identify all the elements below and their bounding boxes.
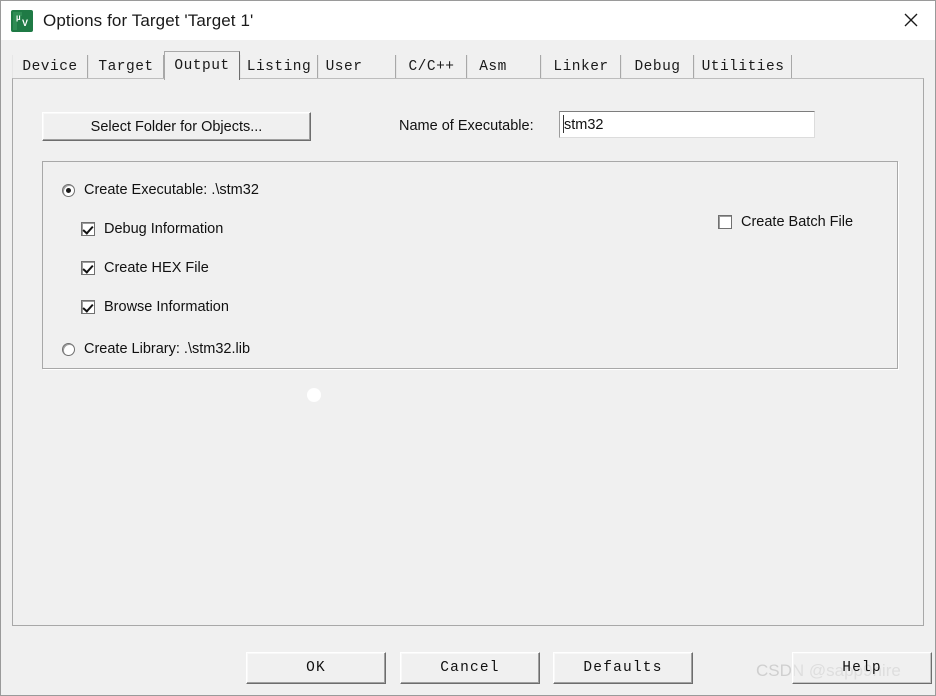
create-batch-file-label: Create Batch File: [741, 214, 854, 230]
tab-c-cpp[interactable]: C/C++: [396, 55, 467, 79]
select-folder-for-objects-button[interactable]: Select Folder for Objects...: [42, 112, 311, 141]
svg-text:V: V: [22, 18, 28, 28]
cancel-label: Cancel: [440, 660, 500, 676]
text-caret: [563, 115, 564, 133]
defaults-button[interactable]: Defaults: [553, 652, 693, 684]
checkbox-checked-icon: [81, 222, 95, 236]
debug-information-checkbox[interactable]: Debug Information: [81, 221, 223, 237]
tab-utilities[interactable]: Utilities: [694, 55, 792, 79]
defaults-label: Defaults: [583, 660, 663, 676]
uvision-logo-icon: µ V: [11, 9, 33, 32]
tab-debug[interactable]: Debug: [621, 55, 694, 79]
browse-information-label: Browse Information: [104, 299, 229, 315]
tab-asm[interactable]: Asm: [467, 55, 541, 79]
tab-listing[interactable]: Listing: [240, 55, 318, 79]
tab-label: Debug: [634, 59, 681, 75]
create-library-radio[interactable]: Create Library: .\stm32.lib: [62, 341, 250, 357]
create-hex-file-label: Create HEX File: [104, 260, 209, 276]
tab-linker[interactable]: Linker: [541, 55, 621, 79]
help-button[interactable]: Help: [792, 652, 932, 684]
svg-text:µ: µ: [16, 13, 21, 22]
cursor-dot: [307, 388, 321, 402]
debug-information-label: Debug Information: [104, 221, 224, 237]
help-label: Help: [842, 660, 882, 676]
create-executable-radio[interactable]: Create Executable: .\stm32: [62, 182, 259, 198]
select-folder-label: Select Folder for Objects...: [90, 118, 263, 135]
tab-output[interactable]: Output: [164, 51, 240, 80]
create-executable-label: Create Executable: .\stm32: [84, 182, 259, 198]
ok-button[interactable]: OK: [246, 652, 386, 684]
checkbox-unchecked-icon: [718, 215, 732, 229]
tab-label: User: [325, 59, 363, 75]
checkbox-checked-icon: [81, 261, 95, 275]
options-dialog: µ V Options for Target 'Target 1' Device…: [0, 0, 936, 696]
tab-label: Target: [98, 59, 154, 75]
tab-device[interactable]: Device: [12, 55, 88, 79]
create-library-label: Create Library: .\stm32.lib: [84, 341, 251, 357]
tab-label: Output: [174, 58, 230, 74]
name-of-executable-label: Name of Executable:: [399, 118, 534, 134]
tab-label: C/C++: [408, 59, 455, 75]
checkbox-checked-icon: [81, 300, 95, 314]
tab-user[interactable]: User: [318, 55, 396, 79]
browse-information-checkbox[interactable]: Browse Information: [81, 299, 229, 315]
close-icon[interactable]: [887, 1, 935, 39]
tab-label: Asm: [479, 59, 507, 75]
ok-label: OK: [306, 660, 326, 676]
tab-label: Linker: [553, 59, 609, 75]
tab-target[interactable]: Target: [88, 55, 164, 79]
tab-label: Utilities: [701, 59, 785, 75]
title-bar: µ V Options for Target 'Target 1': [1, 1, 935, 40]
window-title: Options for Target 'Target 1': [43, 10, 254, 30]
tab-label: Listing: [246, 59, 312, 75]
create-hex-file-checkbox[interactable]: Create HEX File: [81, 260, 209, 276]
create-batch-file-checkbox[interactable]: Create Batch File: [718, 214, 853, 230]
name-of-executable-input[interactable]: [559, 111, 815, 138]
radio-selected-icon: [62, 183, 75, 197]
cancel-button[interactable]: Cancel: [400, 652, 540, 684]
tab-label: Device: [22, 59, 78, 75]
tab-strip: Device Target Output Listing User C/C++ …: [12, 51, 924, 80]
radio-unselected-icon: [62, 342, 75, 356]
